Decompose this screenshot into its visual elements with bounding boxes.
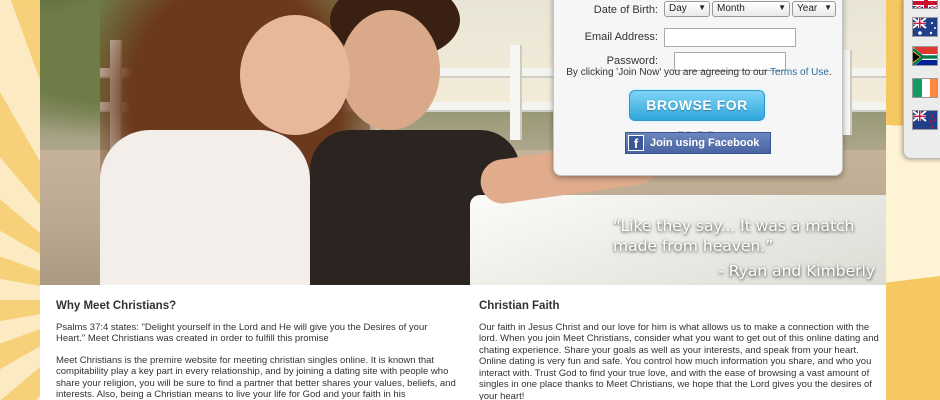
chevron-down-icon: ▼: [778, 3, 786, 12]
christian-faith-column: Christian Faith Our faith in Jesus Chris…: [479, 300, 879, 400]
flag-south-africa-icon[interactable]: [912, 46, 938, 66]
testimonial: “Like they say... It was a match made fr…: [613, 216, 883, 281]
email-field[interactable]: [664, 28, 796, 47]
why-meet-christians-heading: Why Meet Christians?: [56, 300, 177, 312]
terms-link[interactable]: Terms of Use: [770, 67, 829, 78]
why-meet-christians-column: Why Meet Christians? Psalms 37:4 states:…: [56, 300, 456, 400]
email-row: Email Address:: [554, 28, 844, 48]
dob-row: Date of Birth: Day ▼ Month ▼ Year ▼: [554, 1, 844, 21]
faith-paragraph-1: Our faith in Jesus Christ and our love f…: [479, 321, 879, 400]
why-paragraph-1: Psalms 37:4 states: "Delight yourself in…: [56, 321, 428, 345]
christian-faith-heading: Christian Faith: [479, 300, 560, 312]
dob-day-select[interactable]: Day ▼: [664, 1, 710, 17]
country-flags-panel: [903, 0, 940, 159]
email-label: Email Address:: [584, 31, 658, 43]
dob-month-select[interactable]: Month ▼: [712, 1, 790, 17]
dob-label: Date of Birth:: [593, 4, 658, 16]
testimonial-quote: “Like they say... It was a match made fr…: [613, 217, 855, 255]
testimonial-author: - Ryan and Kimberly: [718, 262, 875, 280]
flag-australia-icon[interactable]: [912, 17, 938, 37]
flag-new-zealand-icon[interactable]: [912, 110, 938, 130]
signup-form: Date of Birth: Day ▼ Month ▼ Year ▼ Email A…: [553, 0, 843, 176]
browse-free-button[interactable]: BROWSE FOR FREE!: [629, 90, 765, 142]
facebook-join-label: Join using Facebook: [650, 137, 760, 149]
facebook-icon: f: [628, 135, 644, 151]
facebook-join-button[interactable]: f Join using Facebook: [625, 132, 771, 154]
flag-united-kingdom-icon[interactable]: [912, 0, 938, 9]
chevron-down-icon: ▼: [824, 3, 832, 12]
why-paragraph-2: Meet Christians is the premire website f…: [56, 354, 456, 400]
flag-ireland-icon[interactable]: [912, 78, 938, 98]
chevron-down-icon: ▼: [698, 3, 706, 12]
password-label: Password:: [606, 55, 658, 67]
info-section: Why Meet Christians? Psalms 37:4 states:…: [40, 285, 886, 400]
terms-text: By clicking 'Join Now' you are agreeing …: [566, 67, 832, 78]
dob-year-select[interactable]: Year ▼: [792, 1, 836, 17]
